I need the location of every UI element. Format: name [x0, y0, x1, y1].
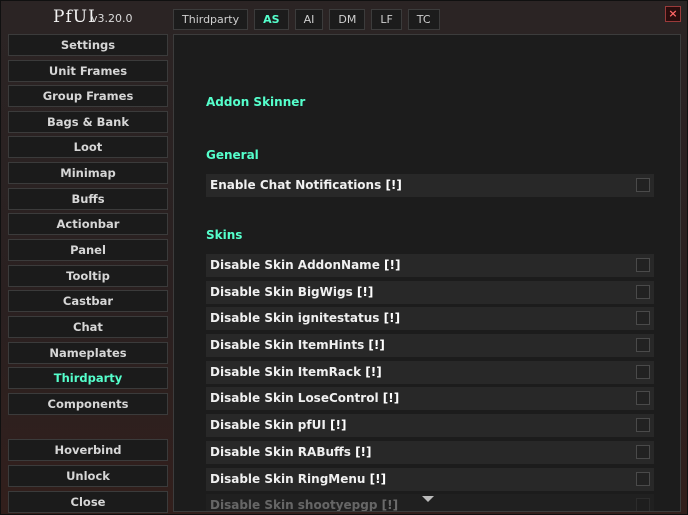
setting-label: Disable Skin shootyepgp [!]	[210, 498, 399, 512]
sidebar-item-group-frames[interactable]: Group Frames	[8, 85, 168, 107]
setting-label: Disable Skin ItemRack [!]	[210, 365, 382, 379]
setting-label: Disable Skin RingMenu [!]	[210, 472, 387, 486]
pfui-config-window: PfUI v3.20.0 Thirdparty AS AI DM LF TC ×…	[0, 0, 688, 515]
setting-row[interactable]: Disable Skin RingMenu [!]	[206, 468, 654, 491]
setting-row[interactable]: Disable Skin AddonName [!]	[206, 254, 654, 277]
setting-label: Enable Chat Notifications [!]	[210, 178, 402, 192]
setting-row[interactable]: Disable Skin ItemRack [!]	[206, 361, 654, 384]
setting-label: Disable Skin pfUI [!]	[210, 418, 347, 432]
unlock-button[interactable]: Unlock	[8, 465, 168, 487]
sidebar-item-tooltip[interactable]: Tooltip	[8, 265, 168, 287]
page-title: Addon Skinner	[206, 95, 306, 109]
setting-label: Disable Skin BigWigs [!]	[210, 285, 374, 299]
settings-panel: Addon Skinner General Enable Chat Notifi…	[173, 34, 681, 512]
setting-label: Disable Skin AddonName [!]	[210, 258, 401, 272]
sidebar-item-nameplates[interactable]: Nameplates	[8, 342, 168, 364]
scroll-down-icon[interactable]	[422, 496, 434, 502]
setting-checkbox[interactable]	[636, 285, 650, 299]
tab-tc[interactable]: TC	[407, 9, 440, 30]
tab-ai[interactable]: AI	[294, 9, 324, 30]
sidebar-item-panel[interactable]: Panel	[8, 239, 168, 261]
setting-checkbox[interactable]	[636, 338, 650, 352]
sidebar-item-loot[interactable]: Loot	[8, 136, 168, 158]
sidebar-item-bags-bank[interactable]: Bags & Bank	[8, 111, 168, 133]
close-button[interactable]: Close	[8, 491, 168, 513]
tab-thirdparty[interactable]: Thirdparty	[173, 9, 249, 30]
setting-row[interactable]: Disable Skin ItemHints [!]	[206, 334, 654, 357]
sidebar-item-castbar[interactable]: Castbar	[8, 290, 168, 312]
setting-checkbox[interactable]	[636, 391, 650, 405]
setting-checkbox[interactable]	[636, 258, 650, 272]
setting-row[interactable]: Enable Chat Notifications [!]	[206, 174, 654, 197]
setting-row[interactable]: Disable Skin LoseControl [!]	[206, 387, 654, 410]
setting-checkbox[interactable]	[636, 418, 650, 432]
sidebar-item-buffs[interactable]: Buffs	[8, 188, 168, 210]
setting-label: Disable Skin ItemHints [!]	[210, 338, 385, 352]
sidebar-item-unit-frames[interactable]: Unit Frames	[8, 60, 168, 82]
sidebar-item-minimap[interactable]: Minimap	[8, 162, 168, 184]
setting-row[interactable]: Disable Skin RABuffs [!]	[206, 441, 654, 464]
tab-lf[interactable]: LF	[371, 9, 402, 30]
version-label: v3.20.0	[91, 12, 133, 25]
pfui-logo: PfUI	[53, 7, 96, 27]
section-heading-general: General	[206, 148, 259, 162]
setting-checkbox[interactable]	[636, 178, 650, 192]
setting-label: Disable Skin LoseControl [!]	[210, 391, 400, 405]
sidebar-item-thirdparty[interactable]: Thirdparty	[8, 367, 168, 389]
sidebar-item-settings[interactable]: Settings	[8, 34, 168, 56]
setting-checkbox[interactable]	[636, 311, 650, 325]
hoverbind-button[interactable]: Hoverbind	[8, 439, 168, 461]
setting-label: Disable Skin ignitestatus [!]	[210, 311, 401, 325]
setting-label: Disable Skin RABuffs [!]	[210, 445, 372, 459]
sidebar-item-components[interactable]: Components	[8, 393, 168, 415]
setting-checkbox[interactable]	[636, 498, 650, 511]
tab-as[interactable]: AS	[254, 9, 289, 30]
tab-dm[interactable]: DM	[329, 9, 366, 30]
tab-bar: Thirdparty AS AI DM LF TC	[173, 9, 440, 30]
setting-row[interactable]: Disable Skin pfUI [!]	[206, 414, 654, 437]
setting-checkbox[interactable]	[636, 445, 650, 459]
section-heading-skins: Skins	[206, 228, 243, 242]
close-icon[interactable]: ×	[665, 6, 681, 22]
setting-row[interactable]: Disable Skin ignitestatus [!]	[206, 307, 654, 330]
sidebar-item-actionbar[interactable]: Actionbar	[8, 213, 168, 235]
setting-row[interactable]: Disable Skin BigWigs [!]	[206, 281, 654, 304]
sidebar-item-chat[interactable]: Chat	[8, 316, 168, 338]
setting-checkbox[interactable]	[636, 472, 650, 486]
setting-checkbox[interactable]	[636, 365, 650, 379]
